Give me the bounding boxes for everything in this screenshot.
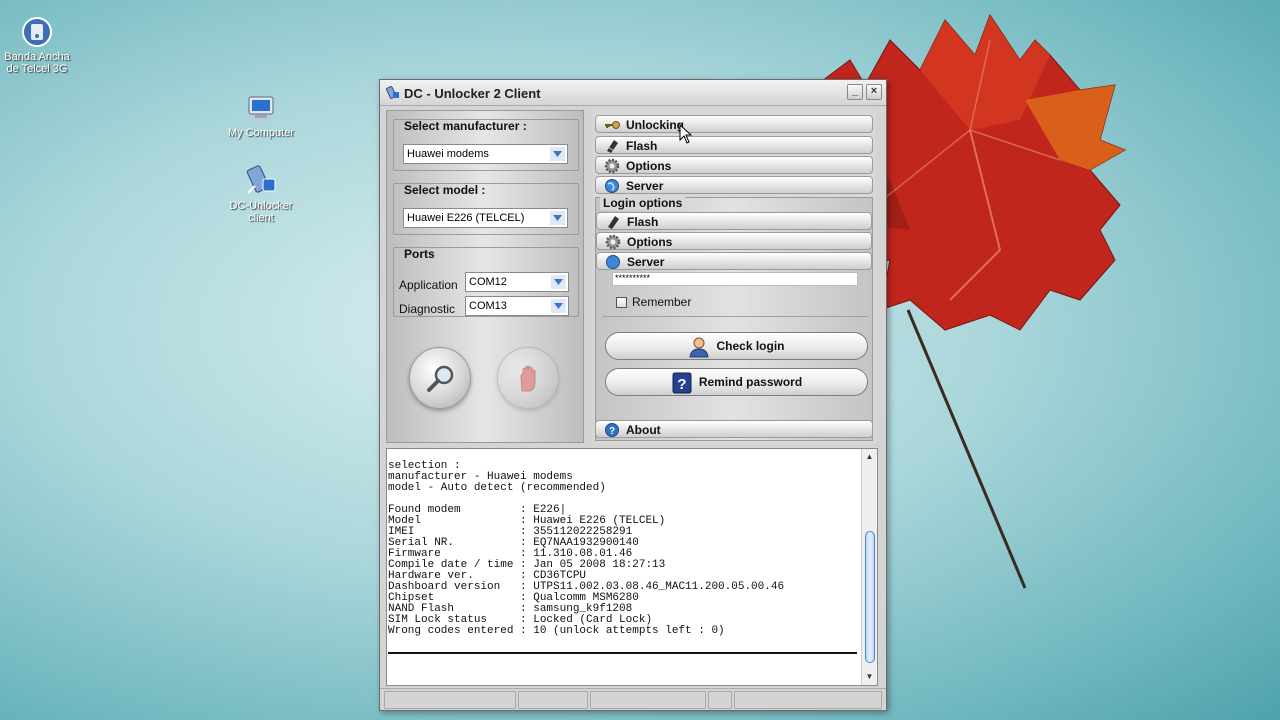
chevron-down-icon[interactable] — [551, 275, 566, 289]
stop-hand-icon — [520, 365, 536, 392]
diagnostic-port-value: COM13 — [469, 300, 507, 312]
tab-server-ghost-label: Server — [627, 255, 665, 269]
model-group: Select model : Huawei E226 (TELCEL) — [393, 183, 579, 235]
globe-icon — [605, 179, 619, 193]
minimize-button[interactable]: _ — [847, 84, 863, 100]
function-panel: Unlocking Flash Options Server Login opt… — [593, 110, 876, 443]
tab-about-label: About — [626, 423, 661, 437]
manufacturer-group: Select manufacturer : Huawei modems — [393, 119, 579, 171]
tab-about[interactable]: ? About — [595, 420, 873, 438]
chevron-down-icon[interactable] — [550, 211, 565, 225]
diagnostic-port-select[interactable]: COM13 — [465, 296, 569, 316]
chip-icon — [607, 140, 618, 153]
status-cell — [734, 691, 882, 709]
manufacturer-title: Select manufacturer : — [404, 119, 527, 133]
svg-text:?: ? — [609, 426, 615, 437]
tab-server-label: Server — [626, 179, 664, 193]
globe-icon — [606, 255, 620, 269]
help-icon: ? — [672, 372, 692, 394]
login-options-title: Login options — [600, 196, 686, 210]
dc-unlocker-icon — [245, 165, 277, 197]
gear-icon — [605, 234, 621, 250]
tab-options-label: Options — [626, 159, 672, 173]
application-port-select[interactable]: COM12 — [465, 272, 569, 292]
status-cell — [708, 691, 732, 709]
log-text: selection : manufacturer - Huawei modems… — [388, 460, 785, 637]
tab-options-ghost[interactable]: Options — [596, 232, 872, 250]
check-login-label: Check login — [716, 339, 785, 353]
remember-label: Remember — [632, 295, 692, 309]
application-port-label: Application — [399, 278, 458, 292]
divider — [602, 316, 868, 317]
scroll-up-icon[interactable]: ▲ — [862, 449, 877, 464]
window-title: DC - Unlocker 2 Client — [404, 86, 541, 101]
remember-checkbox[interactable] — [616, 297, 627, 308]
computer-icon — [245, 92, 277, 124]
remind-password-button[interactable]: ? Remind password — [605, 368, 868, 396]
modem-icon — [21, 16, 53, 48]
chevron-down-icon[interactable] — [551, 299, 566, 313]
chip-icon — [608, 216, 619, 229]
model-select[interactable]: Huawei E226 (TELCEL) — [403, 208, 568, 228]
tab-server-ghost[interactable]: Server — [596, 252, 872, 270]
log-scrollbar[interactable]: ▲ ▼ — [861, 449, 877, 685]
ports-group: Ports Application COM12 Diagnostic COM13 — [393, 247, 579, 317]
scroll-thumb[interactable] — [865, 531, 875, 663]
desktop-icon-label: DC-Unlocker client — [229, 200, 293, 224]
dc-unlocker-window: DC - Unlocker 2 Client _ × Select manufa… — [379, 79, 887, 711]
magnifier-icon — [427, 365, 454, 392]
stop-button[interactable] — [497, 347, 559, 409]
mouse-pointer-icon — [679, 124, 693, 144]
gear-icon — [604, 158, 620, 174]
desktop-icon-banda-ancha[interactable]: Banda Ancha de Telcel 3G — [0, 16, 77, 75]
tab-unlocking[interactable]: Unlocking — [595, 115, 873, 133]
tab-options[interactable]: Options — [595, 156, 873, 174]
desktop-icon-label: My Computer — [227, 127, 295, 139]
password-field[interactable]: ********** — [612, 272, 858, 286]
model-title: Select model : — [404, 183, 486, 197]
user-icon — [689, 337, 710, 358]
tab-flash-ghost-label: Flash — [627, 215, 659, 229]
desktop-icon-my-computer[interactable]: My Computer — [221, 92, 301, 139]
desktop-icon-dc-unlocker[interactable]: DC-Unlocker client — [221, 165, 301, 224]
help-circle-icon: ? — [605, 423, 619, 437]
tab-options-ghost-label: Options — [627, 235, 673, 249]
tab-flash[interactable]: Flash — [595, 136, 873, 154]
manufacturer-select[interactable]: Huawei modems — [403, 144, 568, 164]
model-value: Huawei E226 (TELCEL) — [407, 212, 525, 224]
close-button[interactable]: × — [866, 84, 882, 100]
chevron-down-icon[interactable] — [550, 147, 565, 161]
tab-flash-ghost[interactable]: Flash — [596, 212, 872, 230]
remind-password-label: Remind password — [698, 375, 803, 389]
scroll-down-icon[interactable]: ▼ — [862, 669, 877, 684]
app-icon — [386, 86, 399, 99]
status-cell — [384, 691, 516, 709]
key-icon — [605, 121, 620, 129]
diagnostic-port-label: Diagnostic — [399, 302, 456, 316]
svg-text:?: ? — [677, 376, 686, 393]
log-separator — [388, 652, 857, 654]
log-output[interactable]: selection : manufacturer - Huawei modems… — [386, 448, 878, 686]
detect-button[interactable] — [409, 347, 471, 409]
server-panel: Login options Flash Options Server *****… — [595, 196, 873, 441]
status-cell — [590, 691, 706, 709]
status-cell — [518, 691, 588, 709]
tab-server[interactable]: Server — [595, 176, 873, 194]
tab-flash-label: Flash — [626, 139, 658, 153]
application-port-value: COM12 — [469, 276, 507, 288]
status-bar — [380, 688, 886, 710]
title-bar[interactable]: DC - Unlocker 2 Client _ × — [380, 80, 886, 106]
selection-panel: Select manufacturer : Huawei modems Sele… — [386, 110, 584, 443]
check-login-button[interactable]: Check login — [605, 332, 868, 360]
tab-unlocking-label: Unlocking — [626, 118, 685, 132]
ports-title: Ports — [404, 247, 435, 261]
desktop-icon-label: Banda Ancha de Telcel 3G — [4, 51, 70, 75]
manufacturer-value: Huawei modems — [407, 148, 489, 160]
